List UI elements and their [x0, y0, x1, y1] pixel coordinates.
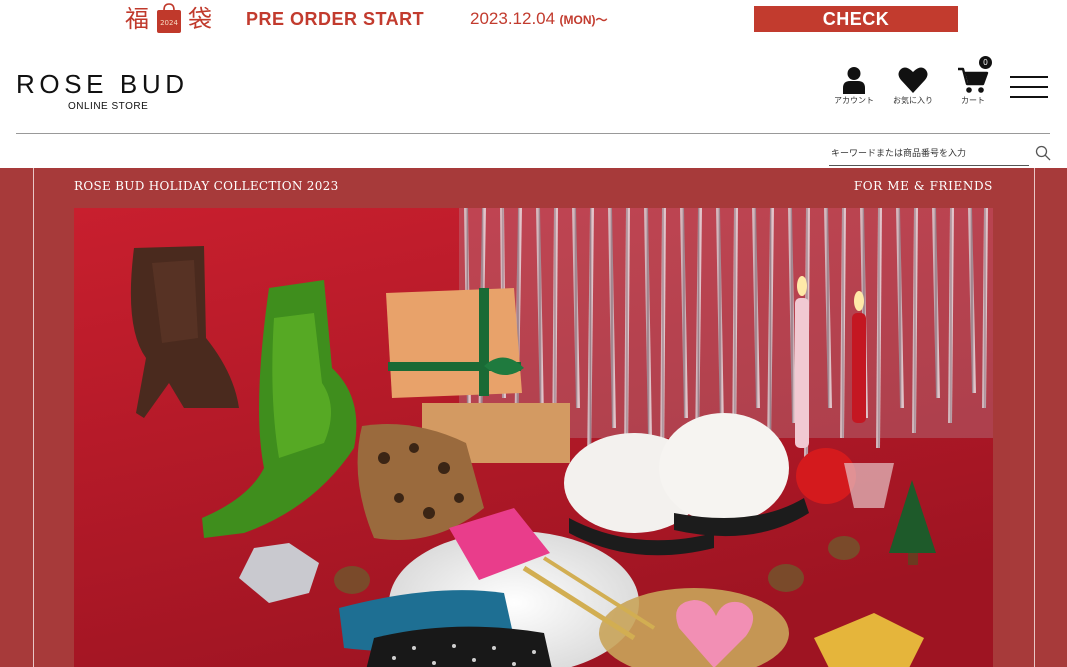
menu-line — [1010, 76, 1048, 78]
promo-kanji-fuku: 福 — [125, 5, 149, 33]
cart-label: カート — [961, 96, 985, 105]
hero-title: ROSE BUD HOLIDAY COLLECTION 2023 — [74, 179, 339, 193]
logo-wordmark: ROSE BUD — [16, 69, 189, 99]
favorites-button[interactable]: お気に入り — [890, 66, 936, 106]
bag-year-label: 2024 — [160, 19, 178, 27]
menu-line — [1010, 96, 1048, 98]
promo-date-value: 2023.12.04 — [470, 9, 556, 28]
cart-button[interactable]: 0 カート — [952, 56, 994, 106]
person-icon — [843, 67, 865, 94]
search-icon[interactable] — [1035, 145, 1051, 161]
promo-weekday: (MON)～ — [559, 13, 608, 27]
promo-kanji-bukuro: 袋 — [188, 5, 212, 33]
account-label: アカウント — [834, 96, 874, 105]
site-logo[interactable]: ROSE BUD ONLINE STORE — [16, 70, 206, 113]
promo-banner: 福 2024 袋 PRE ORDER START 2023.12.04 (MON… — [0, 0, 1067, 40]
heart-icon — [898, 67, 928, 93]
hero-subtitle: FOR ME & FRIENDS — [853, 179, 993, 193]
menu-line — [1010, 86, 1048, 88]
account-button[interactable]: アカウント — [832, 66, 876, 106]
search-input[interactable] — [829, 144, 1029, 164]
hero-holiday-photo[interactable] — [74, 208, 993, 667]
cart-count-badge: 0 — [979, 56, 992, 69]
hamburger-menu-icon[interactable] — [1010, 76, 1048, 100]
logo-subtitle: ONLINE STORE — [68, 101, 149, 112]
cart-icon — [958, 67, 989, 93]
check-button[interactable]: CHECK — [754, 6, 958, 32]
favorites-label: お気に入り — [893, 96, 933, 105]
promo-date: 2023.12.04 (MON)～ — [470, 9, 608, 30]
header-divider — [16, 133, 1050, 134]
promo-title: PRE ORDER START — [246, 9, 425, 29]
lucky-bag-icon: 2024 — [157, 3, 181, 33]
search-field — [829, 143, 1029, 166]
hero-section: ROSE BUD HOLIDAY COLLECTION 2023 FOR ME … — [0, 168, 1067, 667]
